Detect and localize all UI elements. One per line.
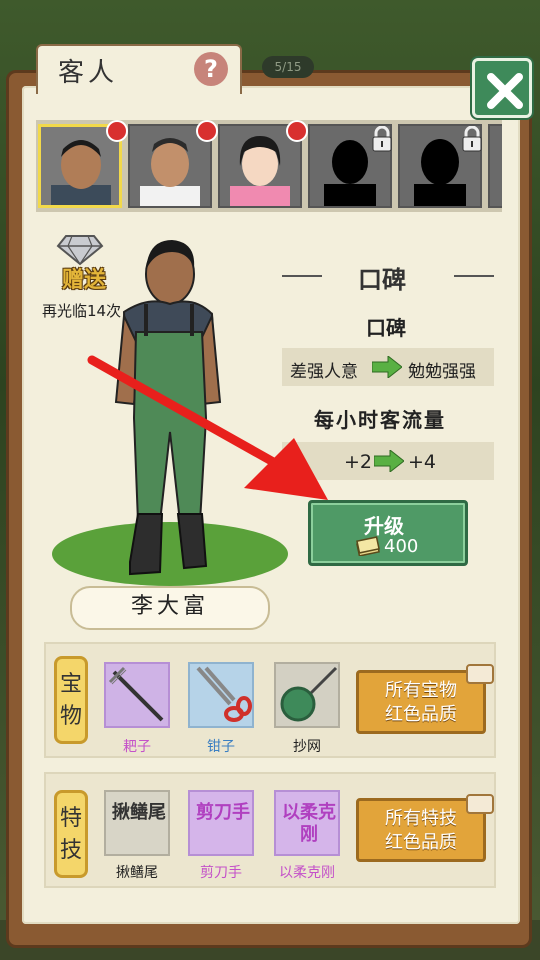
treasure-item-label: 耙子 <box>123 739 151 755</box>
notification-dot <box>196 120 218 142</box>
upgrade-cost: 400 <box>384 536 419 557</box>
skill-item-label: 以柔克刚 <box>279 865 335 881</box>
treasure-item-label: 钳子 <box>207 739 235 755</box>
upgrade-label: 升级 <box>364 514 404 538</box>
all-skills-red-label: 所有特技红色品质 <box>385 808 457 853</box>
skill-item-icon-text: 以柔克刚 <box>282 802 336 845</box>
traffic-from: +2 <box>344 451 373 473</box>
treasure-item-rake[interactable] <box>104 662 170 728</box>
rake-icon <box>108 666 164 722</box>
arrow-right-icon <box>374 450 404 472</box>
close-icon <box>487 73 523 109</box>
customer-count: 5/15 <box>262 56 314 78</box>
skill-item-icon-text: 剪刀手 <box>196 802 250 823</box>
pliers-icon <box>196 666 252 722</box>
help-button[interactable]: ? <box>194 52 228 86</box>
reputation-label: 口碑 <box>366 316 406 340</box>
skills-tag: 特技 <box>54 790 88 878</box>
video-ad-icon <box>466 794 494 814</box>
customer-6-thumbnail[interactable] <box>488 124 502 208</box>
treasure-item-label: 抄网 <box>293 739 321 755</box>
character-name: 李大富 <box>70 586 270 630</box>
notification-dot <box>286 120 308 142</box>
reputation-header: 口碑 <box>358 265 406 294</box>
treasure-tag: 宝物 <box>54 656 88 744</box>
all-treasures-red-label: 所有宝物红色品质 <box>385 680 457 725</box>
arrow-right-icon <box>372 356 402 378</box>
skill-item-label: 揪鳝尾 <box>116 865 158 881</box>
skill-item-1[interactable]: 揪鳝尾 <box>104 790 170 856</box>
video-ad-icon <box>466 664 494 684</box>
skill-item-icon-text: 揪鳝尾 <box>112 802 166 823</box>
traffic-to: +4 <box>408 451 437 473</box>
fishing-net-icon <box>280 666 338 722</box>
gift-label: 赠送 <box>62 268 107 293</box>
tutorial-arrow-icon <box>87 355 328 500</box>
skill-item-2[interactable]: 剪刀手 <box>188 790 254 856</box>
close-button[interactable] <box>472 58 532 118</box>
skill-item-label: 剪刀手 <box>200 865 242 881</box>
page-title: 客人 <box>58 58 119 88</box>
treasure-item-net[interactable] <box>274 662 340 728</box>
skill-item-3[interactable]: 以柔克刚 <box>274 790 340 856</box>
treasure-item-pliers[interactable] <box>188 662 254 728</box>
reputation-to: 勉勉强强 <box>408 362 476 382</box>
cash-icon <box>356 536 380 556</box>
lock-icon <box>462 126 482 152</box>
notification-dot <box>106 120 128 142</box>
lock-icon <box>372 126 392 152</box>
